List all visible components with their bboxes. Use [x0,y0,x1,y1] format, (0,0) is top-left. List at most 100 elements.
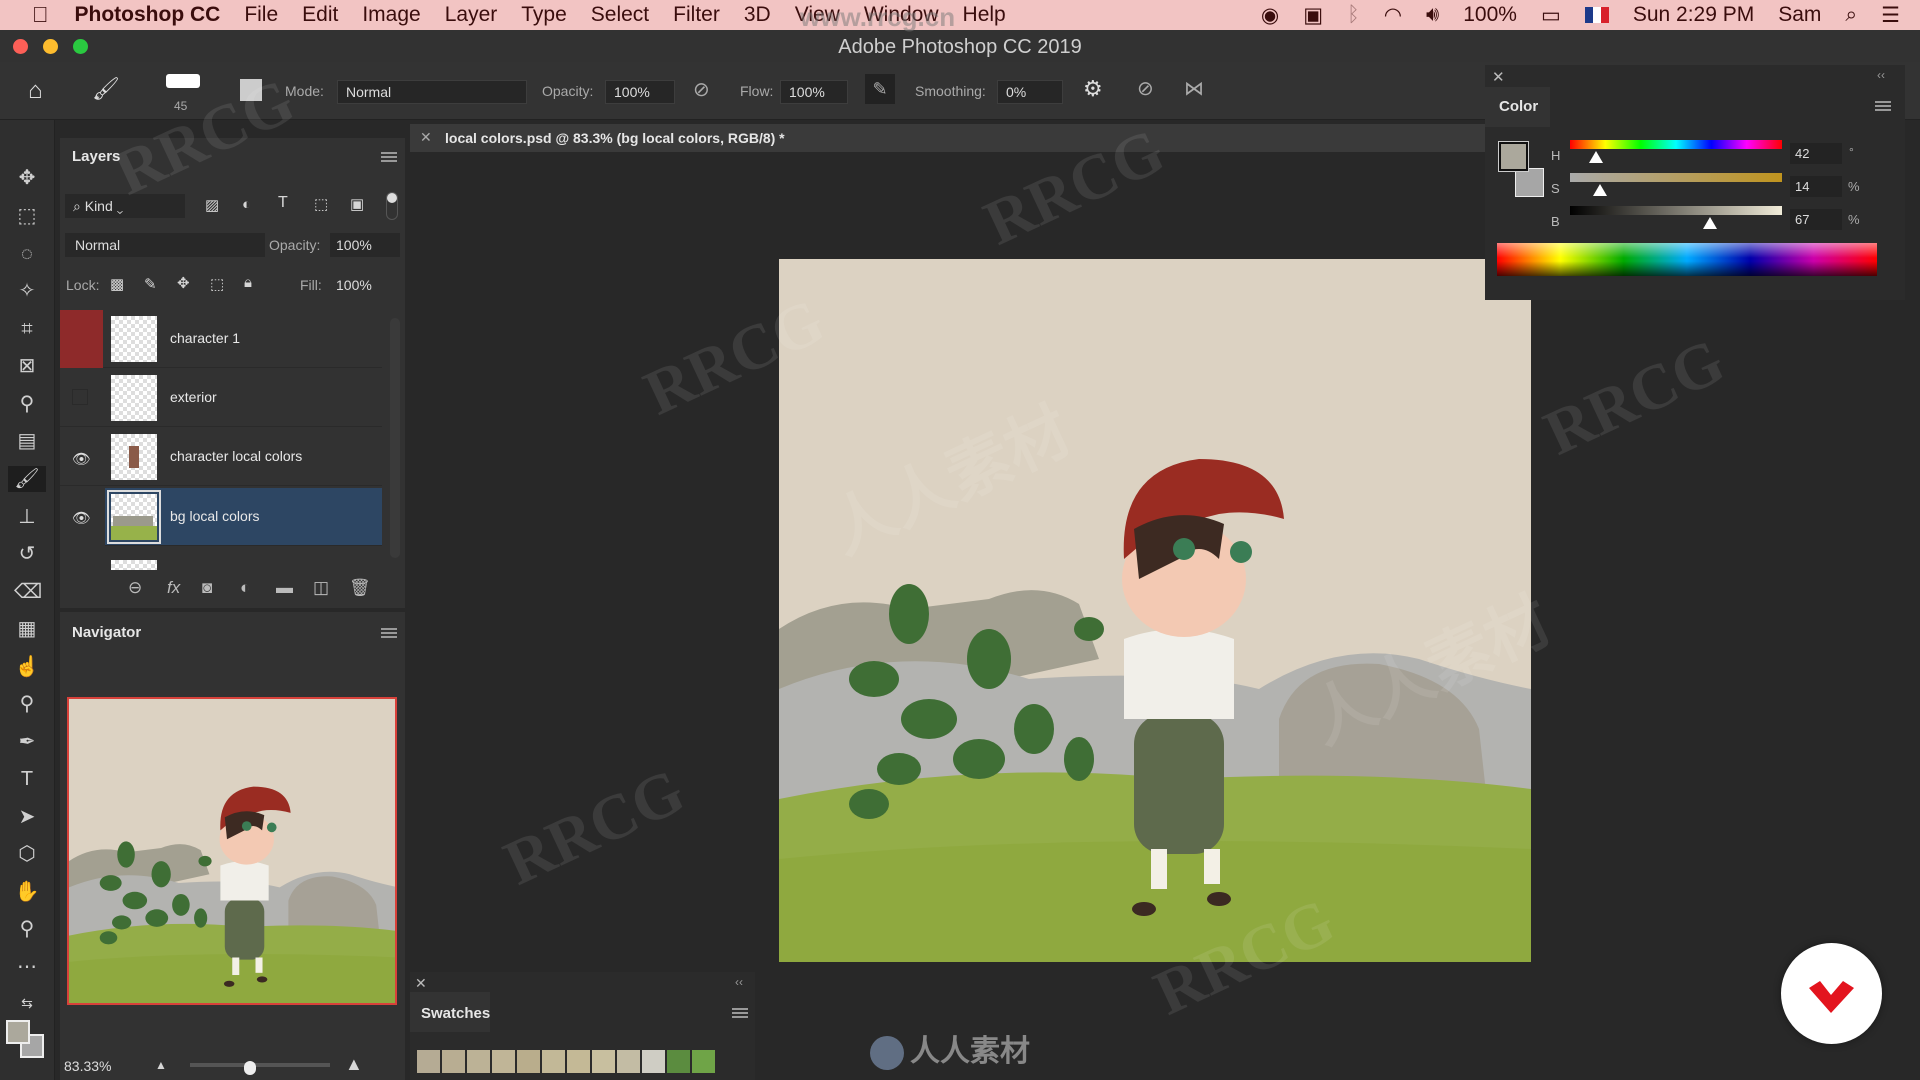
menu-app-name[interactable]: Photoshop CC [75,3,221,27]
menu-edit[interactable]: Edit [302,3,338,27]
saturation-slider-handle[interactable] [1593,184,1607,196]
link-layers-icon[interactable]: ⊖ [128,578,142,598]
path-selection-tool-icon[interactable]: ➤ [14,804,40,830]
brush-size[interactable]: 45 [174,99,187,113]
smudge-tool-icon[interactable]: ☝ [14,654,40,680]
frame-tool-icon[interactable]: ⊠ [14,353,40,379]
lock-position-icon[interactable]: ✥ [177,274,190,292]
brush-panel-icon[interactable] [240,79,262,101]
gear-icon[interactable]: ⚙ [1083,76,1103,102]
layer-row-exterior[interactable]: exterior [60,369,382,427]
add-mask-icon[interactable]: ◙ [202,578,212,598]
mode-select[interactable]: Normal [337,80,527,104]
zoom-level[interactable]: 83.33% [64,1058,111,1074]
lock-artboard-icon[interactable]: ⬚ [210,275,224,293]
lasso-tool-icon[interactable]: ◌ [14,241,40,267]
adjustment-layer-icon[interactable]: ◐ [240,578,250,598]
panel-menu-icon[interactable] [1875,101,1891,111]
type-filter-icon[interactable]: T [278,194,288,212]
layer-opacity-input[interactable]: 100% [330,233,400,257]
eyedropper-tool-icon[interactable]: ⚲ [14,391,40,417]
volume-icon[interactable]: 🔊︎ [1426,3,1439,27]
menu-select[interactable]: Select [591,3,649,27]
new-layer-icon[interactable]: ◫ [313,578,329,598]
brightness-input[interactable]: 67 [1790,209,1842,230]
close-panel-icon[interactable]: ✕ [415,975,427,992]
brightness-slider-handle[interactable] [1703,217,1717,229]
menu-layer[interactable]: Layer [445,3,498,27]
navigator-preview[interactable] [67,697,397,1005]
home-icon[interactable]: ⌂ [28,77,43,105]
fx-icon[interactable]: fx [167,578,180,598]
user-name[interactable]: Sam [1778,3,1821,27]
layer-row-bg-local-colors[interactable]: 👁︎ bg local colors [60,488,382,546]
eye-icon[interactable]: 👁︎ [72,450,91,468]
panel-menu-icon[interactable] [381,628,397,638]
layers-scrollbar[interactable] [390,318,400,558]
menu-help[interactable]: Help [963,3,1006,27]
type-tool-icon[interactable]: T [14,766,40,792]
saturation-slider[interactable] [1570,173,1782,182]
gradient-tool-icon[interactable]: ▦ [14,616,40,642]
record-icon[interactable]: ◉ [1261,3,1279,28]
stamp-tool-icon[interactable]: ⊥ [14,504,40,530]
crop-tool-icon[interactable]: ⌗ [14,316,40,342]
panel-menu-icon[interactable] [732,1008,748,1018]
battery-percent[interactable]: 100% [1463,3,1517,27]
flow-input[interactable]: 100% [780,80,848,104]
visibility-toggle[interactable] [60,310,103,368]
menu-image[interactable]: Image [362,3,420,27]
dodge-tool-icon[interactable]: ⚲ [14,691,40,717]
brightness-slider[interactable] [1570,206,1782,215]
lock-transparent-icon[interactable]: ▩ [110,275,124,293]
zoom-in-icon[interactable]: ▲ [345,1054,363,1075]
zoom-slider-handle[interactable] [244,1061,256,1075]
symmetry-icon[interactable]: ⋈ [1184,76,1204,101]
airbrush-icon[interactable]: ✎ [865,74,895,104]
swatch-5[interactable] [542,1050,565,1073]
magic-wand-tool-icon[interactable]: ✧ [14,278,40,304]
marquee-tool-icon[interactable]: ⬚ [14,203,40,229]
fill-input[interactable]: 100% [330,273,400,297]
move-tool-icon[interactable]: ✥ [14,165,40,191]
collapse-panel-icon[interactable]: ‹‹ [1877,68,1885,82]
background-color-chip[interactable] [1515,168,1544,197]
collapse-panel-icon[interactable]: ‹‹ [735,975,743,989]
lock-all-icon[interactable]: 🔒︎ [244,274,252,291]
visibility-toggle[interactable] [72,389,88,405]
brush-shape-icon[interactable] [166,74,200,88]
document-tab[interactable]: local colors.psd @ 83.3% (bg local color… [445,130,785,146]
trash-icon[interactable]: 🗑︎ [349,578,371,598]
adjustment-filter-icon[interactable]: ◐ [242,196,251,213]
swatch-6[interactable] [567,1050,590,1073]
smart-object-filter-icon[interactable]: ▣ [350,195,364,213]
swatch-7[interactable] [592,1050,615,1073]
pressure-size-icon[interactable]: ⊘ [1137,76,1154,101]
more-tools-icon[interactable]: ⋯ [14,954,40,980]
hue-input[interactable]: 42 [1790,143,1842,164]
hue-slider-handle[interactable] [1589,151,1603,163]
flag-icon[interactable] [1584,7,1609,23]
swatch-10[interactable] [667,1050,690,1073]
layer-row-character-1[interactable]: character 1 [60,310,382,368]
foreground-color-chip[interactable] [1498,141,1529,172]
bluetooth-icon[interactable]: ᛒ [1347,3,1360,27]
clock[interactable]: Sun 2:29 PM [1633,3,1754,27]
zoom-tool-icon[interactable]: ⚲ [14,916,40,942]
shape-filter-icon[interactable]: ⬚ [314,195,328,213]
swatch-1[interactable] [442,1050,465,1073]
pixel-filter-icon[interactable]: ▨ [205,196,219,214]
pressure-opacity-icon[interactable]: ⊘ [693,77,710,102]
filter-toggle[interactable] [386,192,398,220]
hand-tool-icon[interactable]: ✋ [14,879,40,905]
panel-menu-icon[interactable] [381,152,397,162]
smoothing-input[interactable]: 0% [997,80,1063,104]
display-icon[interactable]: ▣ [1303,3,1323,28]
swatch-0[interactable] [417,1050,440,1073]
menu-filter[interactable]: Filter [673,3,720,27]
close-tab-icon[interactable]: ✕ [420,129,432,146]
foreground-color-swatch[interactable] [6,1020,30,1044]
swatch-4[interactable] [517,1050,540,1073]
search-icon[interactable]: ⌕ [1845,3,1857,27]
app-badge[interactable] [1781,943,1882,1044]
